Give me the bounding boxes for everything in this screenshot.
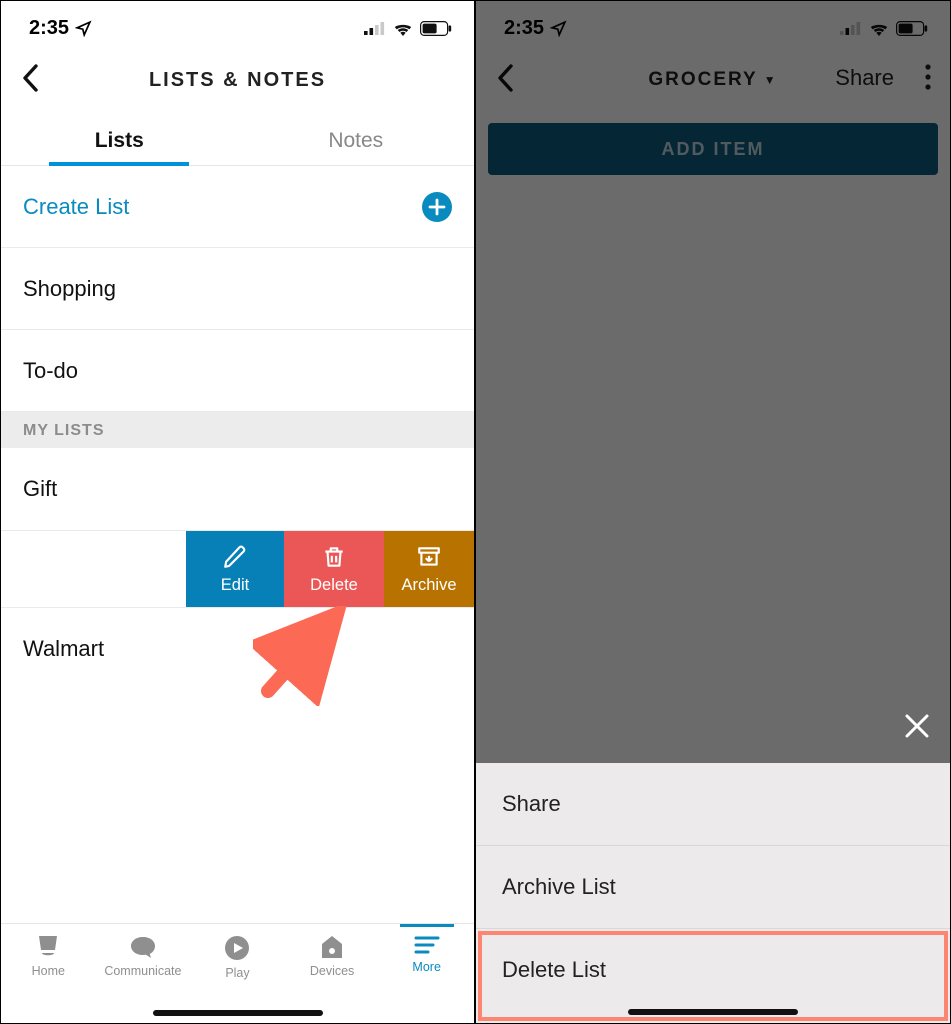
tab-lists[interactable]: Lists bbox=[1, 111, 238, 165]
home-indicator[interactable] bbox=[628, 1009, 798, 1015]
chevron-left-icon bbox=[19, 63, 43, 93]
list-row-walmart[interactable]: Walmart bbox=[1, 608, 474, 690]
section-my-lists: MY LISTS bbox=[1, 412, 474, 448]
plus-icon bbox=[422, 192, 452, 222]
list-row-todo[interactable]: To-do bbox=[1, 330, 474, 412]
status-time-area: 2:35 bbox=[29, 17, 92, 40]
play-icon bbox=[223, 934, 251, 962]
status-icons bbox=[364, 20, 452, 36]
tab-notes[interactable]: Notes bbox=[238, 111, 475, 165]
page-title: LISTS & NOTES bbox=[149, 69, 326, 92]
pencil-icon bbox=[222, 544, 248, 570]
wifi-icon bbox=[392, 20, 414, 36]
more-icon bbox=[413, 934, 441, 956]
sheet-share[interactable]: Share bbox=[476, 763, 950, 846]
status-bar: 2:35 bbox=[1, 1, 474, 49]
chat-icon bbox=[129, 934, 157, 960]
home-indicator[interactable] bbox=[153, 1010, 323, 1016]
trash-icon bbox=[321, 544, 347, 570]
nav-communicate[interactable]: Communicate bbox=[98, 934, 188, 978]
create-list-row[interactable]: Create List bbox=[1, 166, 474, 248]
archive-icon bbox=[416, 544, 442, 570]
close-sheet-button[interactable] bbox=[902, 711, 932, 746]
close-icon bbox=[902, 711, 932, 741]
list-row-gift[interactable]: Gift bbox=[1, 448, 474, 530]
nav-devices[interactable]: Devices bbox=[287, 934, 377, 978]
swiped-list-row: Edit Delete Archive bbox=[1, 530, 474, 608]
status-time: 2:35 bbox=[29, 17, 69, 40]
action-sheet: Share Archive List Delete List bbox=[476, 763, 950, 1023]
swipe-edit-button[interactable]: Edit bbox=[186, 531, 284, 607]
devices-icon bbox=[319, 934, 345, 960]
tabs: Lists Notes bbox=[1, 111, 474, 166]
phone-left: 2:35 LISTS & NOTES Lists Notes Create Li… bbox=[0, 0, 475, 1024]
back-button[interactable] bbox=[19, 63, 43, 98]
sheet-archive-list[interactable]: Archive List bbox=[476, 846, 950, 929]
list-row-shopping[interactable]: Shopping bbox=[1, 248, 474, 330]
home-icon bbox=[34, 934, 62, 960]
nav-play[interactable]: Play bbox=[192, 934, 282, 980]
nav-home[interactable]: Home bbox=[3, 934, 93, 978]
cellular-icon bbox=[364, 21, 386, 35]
battery-icon bbox=[420, 21, 452, 36]
swipe-archive-button[interactable]: Archive bbox=[384, 531, 474, 607]
create-list-label: Create List bbox=[23, 194, 129, 220]
phone-right: 2:35 GROCERY ▼ Share ADD ITEM Share Arch… bbox=[475, 0, 951, 1024]
location-icon bbox=[75, 20, 92, 37]
nav-more[interactable]: More bbox=[382, 934, 472, 974]
swiped-row-blank[interactable] bbox=[1, 531, 186, 607]
header: LISTS & NOTES bbox=[1, 49, 474, 111]
bottom-nav: Home Communicate Play Devices More bbox=[1, 923, 474, 1023]
swipe-delete-button[interactable]: Delete bbox=[284, 531, 384, 607]
